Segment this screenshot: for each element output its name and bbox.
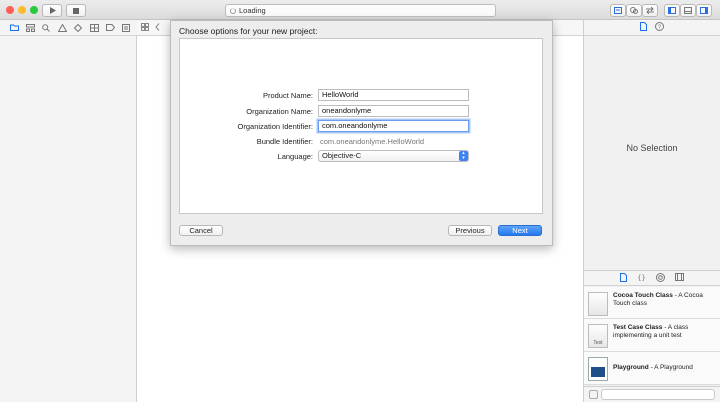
product-name-label: Product Name: (262, 91, 313, 100)
breakpoint-icon[interactable] (102, 22, 118, 34)
organization-identifier-field[interactable]: com.oneandonlyme (318, 120, 469, 132)
language-label: Language: (277, 152, 313, 161)
test-case-icon-label: Test (593, 340, 603, 346)
no-selection-label: No Selection (626, 143, 678, 153)
activity-status-text: Loading (239, 6, 266, 15)
library-item-test-case-class[interactable]: Test Test Case Class - A class implement… (584, 319, 720, 352)
test-case-class-icon: Test (588, 324, 608, 348)
select-stepper-icon: ▴ ▾ (459, 151, 468, 161)
media-library-icon[interactable] (674, 273, 684, 283)
stop-button[interactable] (66, 4, 86, 17)
related-items-icon[interactable] (141, 22, 149, 33)
grid-view-toggle-icon[interactable] (589, 390, 598, 399)
language-selected-value: Objective-C (322, 151, 362, 160)
zoom-window-button[interactable] (30, 6, 38, 14)
library-filter-input[interactable] (601, 389, 715, 400)
library-item-title: Playground (613, 364, 649, 371)
toggle-navigator-button[interactable] (664, 4, 680, 17)
left-panel-icon (668, 7, 676, 14)
product-name-field[interactable]: HelloWorld (318, 89, 469, 101)
version-editor-button[interactable] (642, 4, 658, 17)
close-window-button[interactable] (6, 6, 14, 14)
bottom-panel-icon (684, 7, 692, 14)
toggle-utilities-button[interactable] (696, 4, 712, 17)
right-panel-icon (700, 7, 708, 14)
playground-icon (588, 357, 608, 381)
test-icon[interactable] (70, 22, 86, 34)
navigator-tab-bar (0, 20, 137, 36)
code-snippet-library-icon[interactable]: {} (637, 274, 645, 282)
assistant-editor-icon (630, 7, 638, 14)
back-chevron-icon[interactable] (155, 22, 160, 33)
play-icon (49, 7, 56, 14)
organization-name-field[interactable]: oneandonlyme (318, 105, 469, 117)
loading-spinner-icon (230, 7, 236, 14)
run-button[interactable] (42, 4, 62, 17)
cancel-button[interactable]: Cancel (179, 225, 223, 236)
library-tab-bar: {} (584, 270, 720, 286)
file-template-library-icon[interactable] (620, 272, 628, 284)
inspector-tab-bar: ? (584, 20, 720, 36)
hierarchy-icon[interactable] (22, 22, 38, 34)
organization-identifier-label: Organization Identifier: (237, 122, 313, 131)
library-item-desc: - A Playground (648, 364, 693, 371)
organization-name-label: Organization Name: (246, 107, 313, 116)
debug-icon[interactable] (86, 22, 102, 34)
version-editor-icon (646, 7, 654, 14)
search-icon[interactable] (38, 22, 54, 34)
library-item-title: Test Case Class (613, 324, 663, 331)
navigator-area (0, 20, 137, 402)
library-item-playground[interactable]: Playground - A Playground (584, 352, 720, 385)
file-inspector-icon[interactable] (640, 22, 647, 33)
minimize-window-button[interactable] (18, 6, 26, 14)
standard-editor-icon (614, 7, 622, 14)
sheet-title: Choose options for your new project: (179, 26, 318, 36)
object-library-icon[interactable] (655, 272, 665, 284)
stop-icon (73, 7, 79, 14)
folder-icon[interactable] (6, 22, 22, 34)
standard-editor-button[interactable] (610, 4, 626, 17)
bundle-identifier-value: com.oneandonlyme.HelloWorld (320, 137, 425, 146)
activity-viewer: Loading (225, 4, 496, 17)
quick-help-icon[interactable]: ? (655, 22, 664, 33)
assistant-editor-button[interactable] (626, 4, 642, 17)
bundle-identifier-label: Bundle Identifier: (256, 137, 313, 146)
library-filter-bar (584, 386, 720, 402)
cocoa-touch-class-icon (588, 292, 608, 316)
next-button[interactable]: Next (498, 225, 542, 236)
previous-button[interactable]: Previous (448, 225, 492, 236)
warning-icon[interactable] (54, 22, 70, 34)
toggle-debug-area-button[interactable] (680, 4, 696, 17)
language-select[interactable]: Objective-C ▴ ▾ (318, 150, 469, 162)
library-item-title: Cocoa Touch Class (613, 292, 673, 299)
report-icon[interactable] (118, 22, 134, 34)
library-item-cocoa-touch-class[interactable]: Cocoa Touch Class - A Cocoa Touch class (584, 287, 720, 319)
